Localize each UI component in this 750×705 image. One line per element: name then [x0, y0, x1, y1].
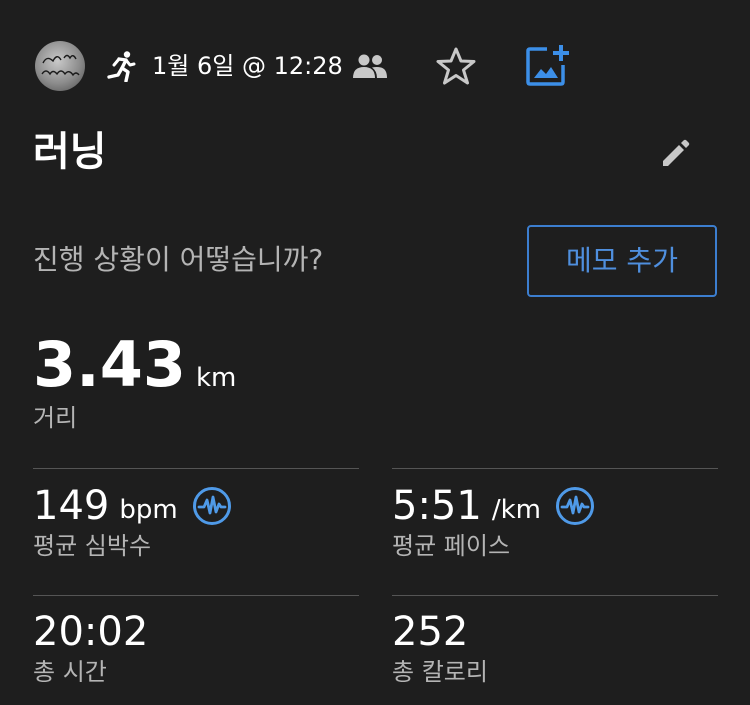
calories-label: 총 칼로리 — [392, 658, 488, 686]
distance-value: 3.43 — [33, 328, 186, 401]
pulse-chart-icon[interactable] — [555, 486, 595, 526]
activity-title[interactable]: 러닝 — [33, 128, 107, 176]
activity-date: 1월 6일 @ 12:28 — [152, 52, 343, 80]
activity-header: 1월 6일 @ 12:28 — [0, 0, 750, 130]
pace-unit: /km — [491, 495, 541, 525]
star-icon[interactable] — [436, 46, 476, 86]
distance-label: 거리 — [33, 404, 78, 432]
total-time-label: 총 시간 — [33, 658, 107, 686]
divider — [392, 468, 718, 469]
heart-rate-unit: bpm — [119, 495, 178, 525]
pencil-icon[interactable] — [660, 139, 690, 169]
pace-value: 5:51 — [392, 483, 482, 529]
pulse-chart-icon[interactable] — [192, 486, 232, 526]
add-photo-icon[interactable] — [525, 43, 569, 87]
calories-value: 252 — [392, 609, 469, 655]
running-icon — [107, 51, 136, 82]
avatar-image — [41, 54, 80, 77]
distance-unit: km — [195, 363, 237, 393]
notes-prompt: 진행 상황이 어떻습니까? — [33, 243, 324, 276]
divider — [33, 468, 359, 469]
pace-stat: 5:51 /km 평균 페이스 — [392, 482, 595, 562]
avatar[interactable] — [35, 41, 85, 91]
total-time-value: 20:02 — [33, 609, 149, 655]
heart-rate-stat: 149 bpm 평균 심박수 — [33, 482, 232, 562]
heart-rate-label: 평균 심박수 — [33, 532, 152, 560]
calories-stat: 252 총 칼로리 — [392, 608, 488, 688]
distance-stat: 3.43 km — [33, 330, 236, 400]
add-memo-button[interactable]: 메모 추가 — [527, 225, 717, 297]
divider — [33, 595, 359, 596]
people-icon[interactable] — [352, 52, 388, 80]
heart-rate-value: 149 — [33, 483, 110, 529]
total-time-stat: 20:02 총 시간 — [33, 608, 148, 688]
pace-label: 평균 페이스 — [392, 532, 511, 560]
divider — [392, 595, 718, 596]
